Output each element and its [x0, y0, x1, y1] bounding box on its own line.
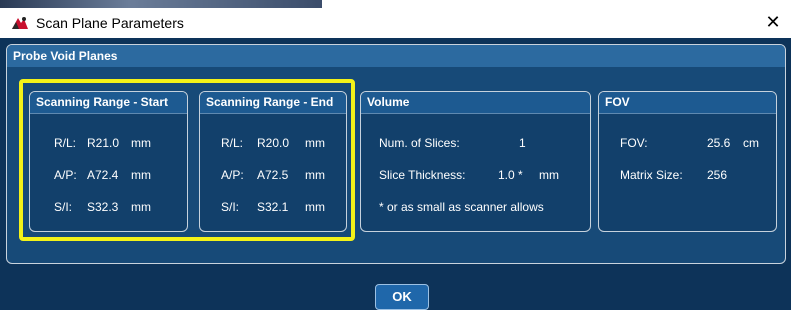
background-window-image: [0, 0, 322, 8]
window-title: Scan Plane Parameters: [36, 15, 184, 31]
volume-note-row: * or as small as scanner allows: [361, 200, 590, 216]
slices-value: 1: [519, 136, 526, 150]
group-header-volume: Volume: [361, 92, 590, 114]
thickness-value: 1.0 *: [498, 168, 523, 182]
fov-value: 25.6: [707, 136, 731, 150]
matrix-size-row: Matrix Size: 256: [599, 168, 776, 184]
scan-plane-parameters-dialog: Scan Plane Parameters ✕ Probe Void Plane…: [0, 8, 791, 310]
dialog-content: Probe Void Planes Scanning Range - Start…: [0, 38, 791, 310]
thickness-unit: mm: [539, 168, 559, 182]
fov-label: FOV:: [620, 136, 648, 150]
group-header-fov: FOV: [599, 92, 776, 114]
volume-note: * or as small as scanner allows: [379, 200, 544, 214]
thickness-label: Slice Thickness:: [379, 168, 466, 182]
app-logo-icon: [11, 15, 29, 31]
slices-label: Num. of Slices:: [379, 136, 460, 150]
title-bar: Scan Plane Parameters ✕: [0, 8, 791, 38]
panel-header: Probe Void Planes: [7, 45, 785, 67]
panel-title: Probe Void Planes: [13, 49, 118, 63]
fov-group: FOV FOV: 25.6 cm Matrix Size: 256: [598, 91, 777, 232]
fov-unit: cm: [743, 136, 759, 150]
group-title-fov: FOV: [605, 95, 630, 109]
fov-row: FOV: 25.6 cm: [599, 136, 776, 152]
matrix-label: Matrix Size:: [620, 168, 683, 182]
background-window-strip: [0, 0, 791, 8]
volume-thickness-row: Slice Thickness: 1.0 * mm: [361, 168, 590, 184]
ok-button[interactable]: OK: [375, 284, 429, 310]
close-icon[interactable]: ✕: [762, 11, 784, 33]
group-title-volume: Volume: [367, 95, 410, 109]
matrix-value: 256: [707, 168, 728, 182]
dialog-footer: OK: [0, 274, 791, 310]
volume-group: Volume Num. of Slices: 1 Slice Thickness…: [360, 91, 591, 232]
probe-void-planes-panel: Probe Void Planes Scanning Range - Start…: [6, 44, 786, 264]
volume-slices-row: Num. of Slices: 1: [361, 136, 590, 152]
scanning-range-highlight: [19, 79, 355, 241]
